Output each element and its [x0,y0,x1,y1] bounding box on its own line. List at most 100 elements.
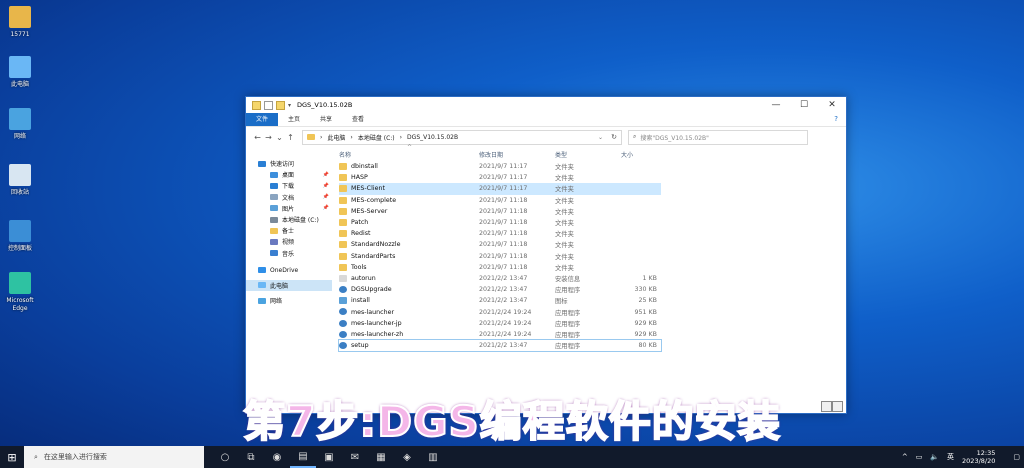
desktop-icon[interactable]: 回收站 [0,164,40,197]
app-icon-3[interactable]: ▥ [420,446,446,468]
file-row[interactable]: Patch 2021/9/7 11:18 文件夹 [339,217,661,228]
search-input[interactable]: ⌕ 搜索"DGS_V10.15.02B" [628,129,808,145]
file-date: 2021/2/24 19:24 [479,308,532,316]
file-type: 应用程序 [555,309,581,317]
file-row[interactable]: MES-complete 2021/9/7 11:18 文件夹 [339,195,661,206]
column-name[interactable]: 名称 [339,150,351,159]
sidebar-item[interactable]: 备士 [246,225,332,236]
sidebar-item[interactable]: 网络 [246,295,332,306]
file-row[interactable]: MES-Client 2021/9/7 11:17 文件夹 [339,183,661,195]
file-row[interactable]: Tools 2021/9/7 11:18 文件夹 [339,262,661,273]
sidebar-item[interactable]: 图片 📌 [246,203,332,214]
sidebar-item[interactable]: 桌面 📌 [246,169,332,180]
new-folder-icon[interactable] [276,100,285,110]
tray-chevron-icon[interactable]: ^ [902,453,908,461]
task-view-icon[interactable]: ○ [212,446,238,468]
file-date: 2021/9/7 11:17 [479,163,528,171]
column-headers: 名称 ^ 修改日期 类型 大小 [339,144,846,161]
file-row[interactable]: MES-Server 2021/9/7 11:18 文件夹 [339,206,661,217]
column-type[interactable]: 类型 [555,150,567,159]
file-row[interactable]: StandardParts 2021/9/7 11:18 文件夹 [339,251,661,262]
file-row[interactable]: HASP 2021/9/7 11:17 文件夹 [339,172,661,183]
sidebar-item[interactable]: OneDrive [246,265,332,276]
edge-icon[interactable]: ◉ [264,446,290,468]
file-name: mes-launcher [351,308,395,316]
app-icon-1[interactable]: ▦ [368,446,394,468]
notification-icon[interactable]: ▢ [1013,453,1020,461]
file-row[interactable]: autorun 2021/2/2 13:47 安装信息 1 KB [339,273,661,284]
desktop-icon[interactable]: 网络 [0,108,40,141]
recent-locations-button[interactable]: ⌄ [274,133,285,142]
file-row[interactable]: dbinstall 2021/9/7 11:17 文件夹 [339,161,661,172]
file-row[interactable]: StandardNozzle 2021/9/7 11:18 文件夹 [339,239,661,250]
breadcrumb-current-folder[interactable]: DGS_V10.15.02B [407,134,458,141]
properties-icon[interactable] [264,100,273,110]
forward-button[interactable]: → [263,133,274,142]
column-size[interactable]: 大小 [621,150,633,159]
tab-file[interactable]: 文件 [246,113,279,126]
file-type: 应用程序 [555,320,581,328]
start-button[interactable]: ⊞ [0,446,24,468]
ime-indicator[interactable]: 英 [947,452,954,462]
sidebar-item[interactable]: 本地磁盘 (C:) [246,214,332,225]
mail-icon[interactable]: ✉ [342,446,368,468]
network-icon[interactable]: ▭ [916,453,923,461]
file-row[interactable]: mes-launcher 2021/2/24 19:24 应用程序 951 KB [339,306,661,317]
sidebar-item[interactable]: 此电脑 [246,279,332,292]
desktop-icon[interactable]: 控制面板 [0,220,40,253]
maximize-button[interactable]: ☐ [790,97,818,113]
breadcrumb-local-disk[interactable]: 本地磁盘 (C:) [358,133,395,142]
tab-view[interactable]: 查看 [342,113,374,126]
taskbar-search-placeholder: 在这里输入进行搜索 [43,453,107,461]
file-type: 文件夹 [555,186,574,194]
help-icon[interactable]: ? [834,115,838,123]
clock[interactable]: 12:35 2023/8/20 [962,449,995,465]
file-date: 2021/2/24 19:24 [479,330,532,338]
breadcrumb-this-pc[interactable]: 此电脑 [327,133,345,142]
minimize-button[interactable]: — [762,97,790,113]
quick-access-dropdown-icon[interactable]: ▾ [288,102,291,109]
file-row[interactable]: mes-launcher-zh 2021/2/24 19:24 应用程序 929 KB [339,329,661,340]
file-name: StandardParts [351,252,396,260]
breadcrumb-separator: › [350,133,353,141]
address-bar[interactable]: › 此电脑 › 本地磁盘 (C:) › DGS_V10.15.02B ⌄ ↻ [302,129,622,145]
file-type: 文件夹 [555,197,574,205]
folder-icon [339,263,347,271]
file-row[interactable]: setup 2021/2/2 13:47 应用程序 80 KB [338,338,662,353]
video-icon [270,238,278,245]
sort-arrow-icon: ^ [407,144,413,151]
recycle-bin-icon [9,164,31,186]
file-name: install [351,297,370,305]
desktop-icon[interactable]: Microsoft Edge [0,272,40,313]
sidebar-item-label: 下载 [282,183,295,191]
desktop-icon[interactable]: 此电脑 [0,56,40,89]
up-button[interactable]: ↑ [285,133,296,142]
multitask-icon[interactable]: ⧉ [238,446,264,468]
app-icon-2[interactable]: ◈ [394,446,420,468]
file-row[interactable]: Redist 2021/9/7 11:18 文件夹 [339,228,661,239]
column-date[interactable]: 修改日期 [479,150,503,159]
close-button[interactable]: ✕ [818,97,846,113]
file-row[interactable]: DGSUpgrade 2021/2/2 13:47 应用程序 330 KB [339,284,661,295]
sidebar-item[interactable]: 快速访问 [246,158,332,169]
file-explorer-icon[interactable]: ▤ [290,446,316,468]
volume-icon[interactable]: 🔈 [930,453,939,461]
file-name: mes-launcher-jp [351,319,402,327]
back-button[interactable]: ← [252,133,263,142]
tab-share[interactable]: 共享 [310,113,342,126]
address-dropdown-icon[interactable]: ⌄ [598,134,603,141]
desktop-icon[interactable]: 15771 [0,6,40,39]
sidebar-item[interactable]: 音乐 [246,248,332,259]
sidebar-item[interactable]: 文档 📌 [246,192,332,203]
file-name: MES-Client [351,185,385,193]
refresh-icon[interactable]: ↻ [611,133,617,141]
file-row[interactable]: mes-launcher-jp 2021/2/24 19:24 应用程序 929 KB [339,318,661,329]
taskbar-search[interactable]: ⌕ 在这里输入进行搜索 [24,446,204,468]
pictures-icon [270,205,278,212]
store-icon[interactable]: ▣ [316,446,342,468]
sidebar-item[interactable]: 下载 📌 [246,180,332,191]
sidebar-item[interactable]: 视频 [246,236,332,247]
file-row[interactable]: install 2021/2/2 13:47 图标 25 KB [339,295,661,306]
title-bar[interactable]: ▾ DGS_V10.15.02B — ☐ ✕ [246,97,846,113]
tab-home[interactable]: 主页 [278,113,310,126]
